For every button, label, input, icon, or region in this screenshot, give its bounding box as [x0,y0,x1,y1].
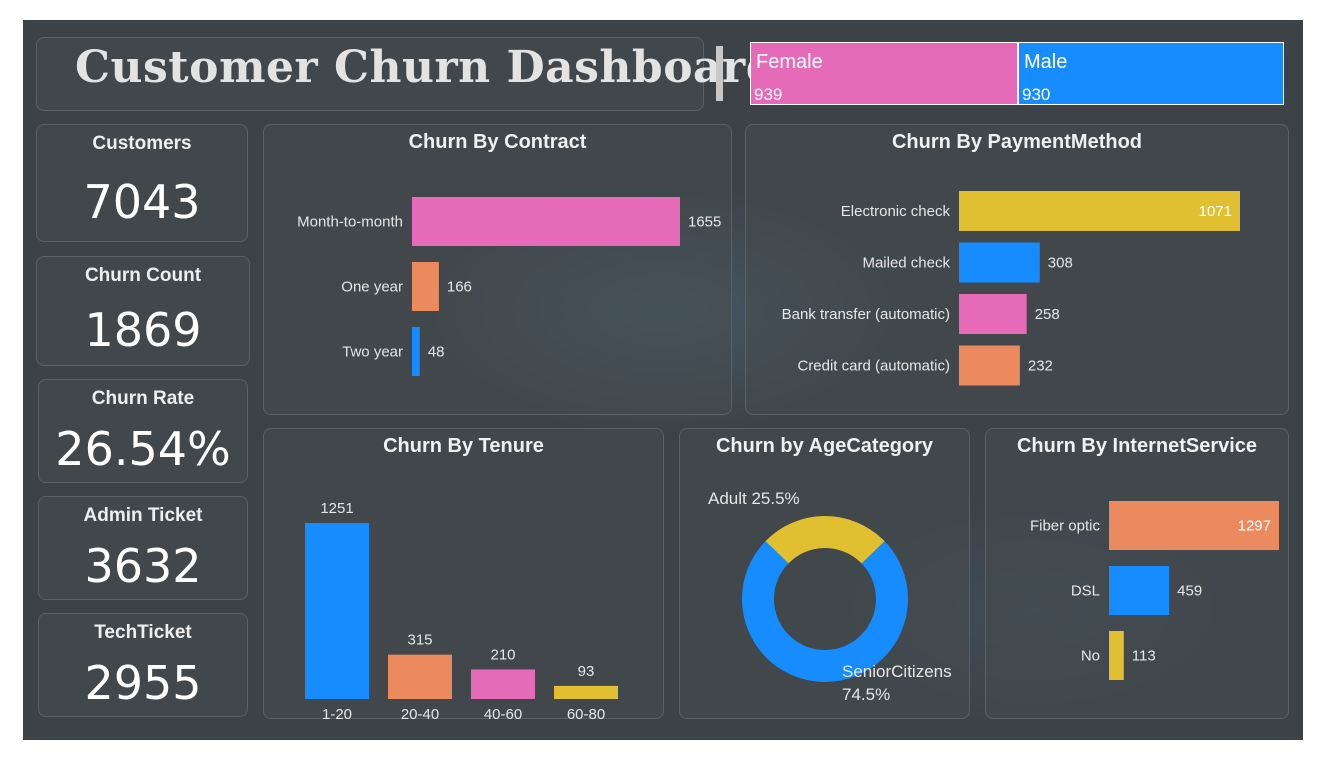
data-label: 166 [447,279,472,296]
category-label: No [1081,648,1100,665]
bar [959,345,1020,386]
data-label: 48 [428,344,445,361]
data-label: 308 [1048,255,1073,272]
kpi-value: 1869 [84,303,202,357]
bar [959,242,1040,283]
kpi-label: Customers [92,133,192,154]
kpi-card-admin-ticket: Admin Ticket 3632 [38,496,248,600]
kpi-value: 2955 [84,656,202,710]
chart-card-contract: Churn By Contract Month-to-month 1655 One … [263,124,732,415]
kpi-label: Admin Ticket [83,505,203,526]
title-card: Customer Churn Dashboard [36,37,777,111]
data-label: 1655 [688,214,721,231]
bar [554,685,618,699]
category-label: Electronic check [841,203,951,220]
bar [388,654,452,699]
bar [959,294,1027,334]
chart-card-tenure: Churn By Tenure 1251 1-20 315 20-40 210 40-60… [263,428,664,720]
kpi-label: TechTicket [94,622,192,643]
category-label: 60-80 [567,706,605,720]
kpi-card-tech-ticket: TechTicket 2955 [38,613,248,717]
chart-card-internet: Churn By InternetService Fiber optic 1297… [985,428,1289,719]
contract-chart: Month-to-month 1655 One year 166 Two year 48 [297,197,721,376]
kpi-label: Churn Count [84,265,202,286]
category-label: 40-60 [484,706,522,720]
data-label: 258 [1035,306,1060,323]
category-label: Bank transfer (automatic) [782,306,950,323]
gender-value: 939 [754,85,783,104]
data-label: 315 [407,632,432,649]
kpi-label: Churn Rate [91,388,195,409]
category-label: Credit card (automatic) [797,358,950,375]
slice-label: 74.5% [842,685,890,704]
bar [412,197,680,246]
chart-card-payment: Churn By PaymentMethod Electronic check 1… [745,124,1289,415]
category-label: 1-20 [322,706,352,720]
internet-chart: Fiber optic 1297 DSL 459 No 113 [1030,501,1279,680]
data-label: 232 [1028,358,1053,375]
chart-card-age: Churn by AgeCategory Adult 25.5% SeniorCi… [679,428,970,719]
kpi-card-churn-rate: Churn Rate 26.54% [38,379,248,483]
bar [412,262,439,311]
gender-value: 930 [1022,85,1051,104]
data-label: 1251 [320,500,353,517]
gender-label: Male [1024,51,1068,73]
category-label: Month-to-month [297,214,403,231]
category-label: Two year [342,344,403,361]
dashboard-canvas: Customer Churn Dashboard Female 939 Male… [23,20,1303,740]
gender-tile-male[interactable]: Male 930 [1018,42,1284,105]
bar [305,523,369,699]
kpi-card-churn-count: Churn Count 1869 [36,256,250,366]
title-accent-bar [716,46,723,101]
payment-chart: Electronic check 1071 Mailed check 308 Bank … [782,191,1240,386]
data-label: 1071 [1199,203,1232,220]
tenure-chart: 1251 1-20 315 20-40 210 40-60 93 60-80 [305,500,618,720]
data-label: 459 [1177,583,1202,600]
slice-label: Adult 25.5% [708,489,800,508]
category-label: One year [341,279,403,296]
data-label: 210 [490,646,515,663]
kpi-value: 7043 [83,175,201,229]
category-label: DSL [1071,583,1100,600]
category-label: 20-40 [401,706,439,720]
kpi-card-customers: Customers 7043 [36,124,248,242]
gender-label: Female [756,51,823,73]
page-title: Customer Churn Dashboard [75,42,777,93]
category-label: Mailed check [862,255,950,272]
slice-label: SeniorCitizens [842,662,952,681]
data-label: 1297 [1238,518,1271,535]
category-label: Fiber optic [1030,518,1101,535]
bar [1109,631,1124,680]
kpi-value: 26.54% [55,422,231,476]
data-label: 113 [1132,648,1156,665]
bar [412,327,420,376]
age-chart: Adult 25.5% SeniorCitizens 74.5% [708,489,952,704]
kpi-value: 3632 [84,539,202,593]
data-label: 93 [578,663,595,680]
bar [1109,566,1170,615]
gender-tile-female[interactable]: Female 939 [750,42,1018,105]
bar [471,669,535,699]
